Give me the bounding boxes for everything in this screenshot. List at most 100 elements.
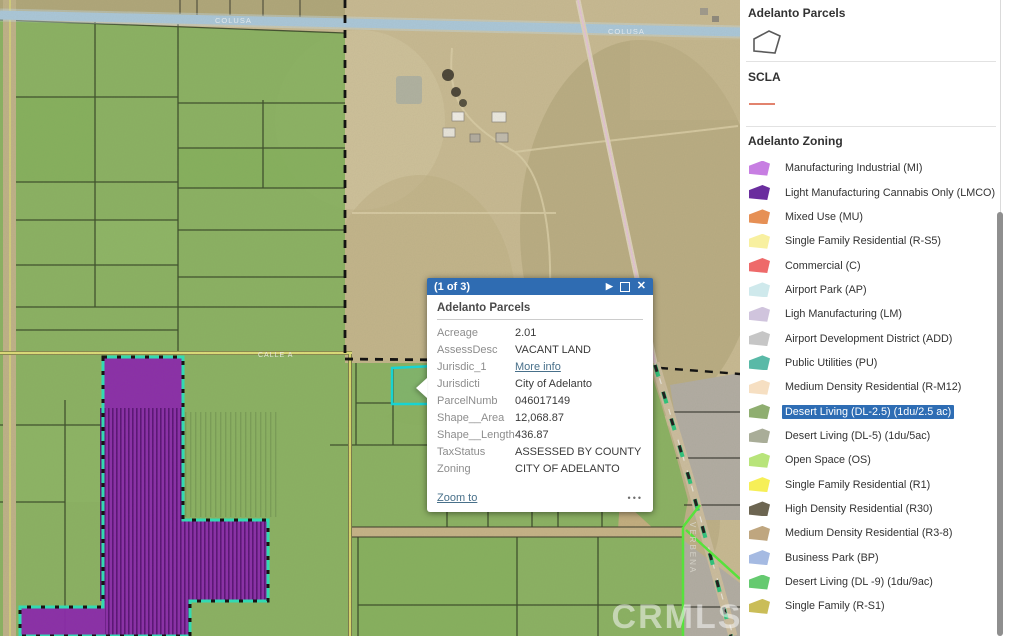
zoning-legend-item[interactable]: Manufacturing Industrial (MI) (740, 156, 1002, 180)
zoning-legend-item[interactable]: Public Utilities (PU) (740, 351, 1002, 375)
popup-field-label: AssessDesc (437, 342, 515, 359)
popup-field-row: Acreage 2.01 (437, 325, 643, 342)
popup-field-label: Shape__Length (437, 427, 515, 444)
popup-fields: Acreage 2.01 AssessDesc VACANT LAND Juri… (437, 325, 643, 478)
zoning-swatch (749, 185, 770, 200)
zoning-legend-item[interactable]: Commercial (C) (740, 253, 1002, 277)
zoning-item-label: Business Park (BP) (782, 551, 882, 565)
legend-divider (746, 126, 996, 127)
legend-divider (746, 61, 996, 62)
popup-field-value: 12,068.87 (515, 410, 564, 427)
zoning-swatch (749, 428, 770, 443)
zoning-legend-item[interactable]: High Density Residential (R30) (740, 497, 1002, 521)
zoning-swatch (749, 258, 770, 273)
zoning-legend-item[interactable]: Desert Living (DL-5) (1du/5ac) (740, 424, 1002, 448)
zoning-swatch (749, 380, 770, 395)
popup-field-row: Shape__Length 436.87 (437, 427, 643, 444)
zoning-item-label: Desert Living (DL -9) (1du/9ac) (782, 575, 936, 589)
zoning-legend-item[interactable]: Open Space (OS) (740, 448, 1002, 472)
zoning-legend-item[interactable]: Airport Park (AP) (740, 278, 1002, 302)
zoning-legend-item[interactable]: Airport Development District (ADD) (740, 326, 1002, 350)
zoning-item-label: Ligh Manufacturing (LM) (782, 307, 905, 321)
zoning-swatch (749, 550, 770, 565)
zoning-legend-item[interactable]: Single Family Residential (R1) (740, 472, 1002, 496)
zoning-swatch (749, 234, 770, 249)
zoning-item-label: Commercial (C) (782, 259, 864, 273)
popup-maximize-button[interactable] (620, 282, 630, 292)
more-options-button[interactable]: ••• (628, 493, 643, 503)
popup-field-row: ParcelNumb 046017149 (437, 393, 643, 410)
zoning-item-label: Medium Density Residential (R-M12) (782, 380, 964, 394)
popup-field-row: TaxStatus ASSESSED BY COUNTY (437, 444, 643, 461)
popup-field-label: ParcelNumb (437, 393, 515, 410)
zoning-swatch (749, 477, 770, 492)
popup-field-value: ASSESSED BY COUNTY (515, 444, 641, 461)
zoning-legend-item[interactable]: Medium Density Residential (R3-8) (740, 521, 1002, 545)
zoning-swatch (749, 526, 770, 541)
popup-field-label: Shape__Area (437, 410, 515, 427)
popup-field-row: Zoning CITY OF ADELANTO (437, 461, 643, 478)
zoning-swatch (749, 161, 770, 176)
zoning-legend-item[interactable]: Business Park (BP) (740, 546, 1002, 570)
more-info-link[interactable]: More info (515, 361, 561, 373)
zoning-swatch (749, 307, 770, 322)
popup-field-row: AssessDesc VACANT LAND (437, 342, 643, 359)
popup-field-value: City of Adelanto (515, 376, 592, 393)
parcel-info-popup: (1 of 3) ▶ ✕ Adelanto Parcels Acreage 2.… (427, 278, 653, 512)
zoning-legend-item[interactable]: Single Family Residential (R-S5) (740, 229, 1002, 253)
zoning-item-label: High Density Residential (R30) (782, 502, 936, 516)
popup-field-label: TaxStatus (437, 444, 515, 461)
zoning-item-label: Single Family Residential (R1) (782, 478, 933, 492)
popup-pointer (416, 378, 427, 398)
zoning-swatch (749, 453, 770, 468)
zoning-swatch (749, 355, 770, 370)
scrollbar-thumb[interactable] (997, 212, 1003, 636)
zoning-legend-item[interactable]: Mixed Use (MU) (740, 205, 1002, 229)
popup-close-button[interactable]: ✕ (637, 281, 646, 292)
popup-field-row: Jurisdic_1 More info (437, 359, 643, 376)
legend-layer-title-scla: SCLA (748, 70, 781, 84)
popup-field-value: 436.87 (515, 427, 549, 444)
popup-field-row: Shape__Area 12,068.87 (437, 410, 643, 427)
zoning-item-label: Open Space (OS) (782, 453, 874, 467)
popup-next-button[interactable]: ▶ (606, 282, 613, 291)
zoning-swatch (749, 331, 770, 346)
legend-layer-title-zoning: Adelanto Zoning (748, 134, 843, 148)
popup-field-value: 2.01 (515, 325, 536, 342)
zoning-item-label: Single Family Residential (R-S5) (782, 234, 944, 248)
zoning-item-label: Medium Density Residential (R3-8) (782, 526, 955, 540)
popup-field-label: Jurisdic_1 (437, 359, 515, 376)
zoning-item-label: Mixed Use (MU) (782, 210, 866, 224)
zoning-items: Manufacturing Industrial (MI) Light Manu… (740, 156, 1002, 619)
zoning-legend-item[interactable]: Light Manufacturing Cannabis Only (LMCO) (740, 180, 1002, 204)
zoning-item-label: Light Manufacturing Cannabis Only (LMCO) (782, 186, 998, 200)
zoning-swatch (749, 501, 770, 516)
zoning-item-label: Desert Living (DL-2.5) (1du/2.5 ac) (782, 405, 954, 419)
zoning-item-label: Desert Living (DL-5) (1du/5ac) (782, 429, 933, 443)
scla-line-swatch (749, 103, 775, 105)
popup-field-row: Jurisdicti City of Adelanto (437, 376, 643, 393)
parcel-polygon-icon (752, 29, 782, 55)
zoning-item-label: Airport Park (AP) (782, 283, 870, 297)
zoom-to-link[interactable]: Zoom to (437, 492, 477, 504)
zoning-legend-item[interactable]: Ligh Manufacturing (LM) (740, 302, 1002, 326)
zoning-swatch (749, 575, 770, 590)
zoning-legend-item[interactable]: Single Family (R-S1) (740, 594, 1002, 618)
popup-field-value: 046017149 (515, 393, 570, 410)
legend-panel: Adelanto Parcels SCLA Adelanto Zoning Ma… (740, 0, 1024, 636)
popup-field-label: Acreage (437, 325, 515, 342)
zoning-legend-item[interactable]: Medium Density Residential (R-M12) (740, 375, 1002, 399)
legend-layer-title-parcels: Adelanto Parcels (748, 6, 845, 20)
popup-field-value: CITY OF ADELANTO (515, 461, 620, 478)
popup-field-value: More info (515, 359, 561, 376)
zoning-swatch (749, 404, 770, 419)
zoning-legend-item[interactable]: Desert Living (DL -9) (1du/9ac) (740, 570, 1002, 594)
zoning-legend-item[interactable]: Desert Living (DL-2.5) (1du/2.5 ac) (740, 399, 1002, 423)
zoning-item-label: Public Utilities (PU) (782, 356, 880, 370)
zoning-item-label: Manufacturing Industrial (MI) (782, 161, 925, 175)
zoning-swatch (749, 209, 770, 224)
zoning-item-label: Single Family (R-S1) (782, 599, 888, 613)
zoning-swatch (749, 599, 770, 614)
popup-header: (1 of 3) ▶ ✕ (427, 278, 653, 295)
crmls-watermark: CRMLS (612, 598, 740, 636)
